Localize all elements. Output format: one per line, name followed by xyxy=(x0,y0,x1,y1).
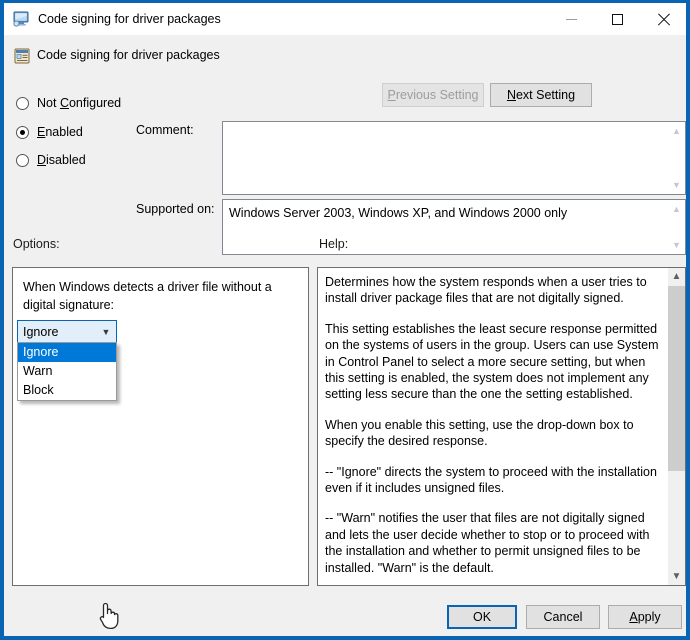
chevron-down-icon[interactable]: ▼ xyxy=(668,178,685,192)
help-paragraph: -- "Warn" notifies the user that files a… xyxy=(325,510,659,576)
help-paragraph: This setting establishes the least secur… xyxy=(325,321,659,403)
help-panel: Determines how the system responds when … xyxy=(317,267,686,586)
radio-enabled[interactable]: Enabled xyxy=(16,124,83,140)
previous-setting-label: Previous Setting xyxy=(387,88,478,102)
help-paragraph: -- "Ignore" directs the system to procee… xyxy=(325,464,659,497)
comment-scrollbar[interactable]: ▲ ▼ xyxy=(668,122,685,194)
setting-title: Code signing for driver packages xyxy=(37,48,220,62)
radio-label-enabled: Enabled xyxy=(37,125,83,139)
help-text-content: Determines how the system responds when … xyxy=(318,268,667,585)
option-prompt-label: When Windows detects a driver file witho… xyxy=(23,278,295,314)
combobox-selected-value: Ignore xyxy=(18,325,96,339)
supported-on-scrollbar[interactable]: ▲ ▼ xyxy=(668,200,685,254)
radio-mark-disabled xyxy=(16,154,29,167)
scrollbar-thumb[interactable] xyxy=(668,286,685,471)
signature-policy-dropdown-list[interactable]: Ignore Warn Block xyxy=(17,342,117,401)
caption-buttons xyxy=(548,3,686,35)
chevron-up-icon[interactable]: ▲ xyxy=(668,202,685,216)
comment-field[interactable]: ▲ ▼ xyxy=(222,121,686,195)
options-panel: When Windows detects a driver file witho… xyxy=(12,267,309,586)
cancel-button[interactable]: Cancel xyxy=(526,605,600,629)
dialog-body: Code signing for driver packages Previou… xyxy=(4,35,686,636)
dropdown-option-block[interactable]: Block xyxy=(18,381,116,400)
supported-on-label: Supported on: xyxy=(136,202,215,216)
supported-on-field: Windows Server 2003, Windows XP, and Win… xyxy=(222,199,686,255)
apply-label: Apply xyxy=(629,610,660,624)
help-paragraph: When you enable this setting, use the dr… xyxy=(325,417,659,450)
minimize-button[interactable] xyxy=(548,3,594,35)
chevron-down-icon[interactable]: ▼ xyxy=(668,238,685,252)
radio-mark-enabled xyxy=(16,126,29,139)
monitor-icon xyxy=(12,10,30,28)
supported-on-value: Windows Server 2003, Windows XP, and Win… xyxy=(223,200,668,254)
comment-label: Comment: xyxy=(136,123,194,137)
next-setting-button[interactable]: Next Setting xyxy=(490,83,592,107)
chevron-down-icon[interactable]: ▼ xyxy=(668,568,685,585)
options-section-label: Options: xyxy=(13,237,60,251)
close-icon xyxy=(657,13,670,26)
chevron-up-icon[interactable]: ▲ xyxy=(668,124,685,138)
chevron-down-icon[interactable]: ▼ xyxy=(96,327,116,337)
title-bar[interactable]: Code signing for driver packages xyxy=(4,3,686,35)
signature-policy-combobox[interactable]: Ignore ▼ xyxy=(17,320,117,343)
window-title: Code signing for driver packages xyxy=(38,12,221,26)
next-setting-label: Next Setting xyxy=(507,88,575,102)
dialog-window: Code signing for driver packages xyxy=(0,0,690,640)
radio-disabled[interactable]: Disabled xyxy=(16,152,86,168)
ok-button[interactable]: OK xyxy=(447,605,517,629)
radio-label-disabled: Disabled xyxy=(37,153,86,167)
apply-button[interactable]: Apply xyxy=(608,605,682,629)
comment-value[interactable] xyxy=(223,122,668,194)
maximize-icon xyxy=(612,14,623,25)
dropdown-option-ignore[interactable]: Ignore xyxy=(18,343,116,362)
minimize-icon xyxy=(566,19,577,20)
previous-setting-button[interactable]: Previous Setting xyxy=(382,83,484,107)
policy-setting-icon xyxy=(13,47,31,65)
help-section-label: Help: xyxy=(319,237,348,251)
radio-not-configured[interactable]: Not Configured xyxy=(16,95,121,111)
dropdown-option-warn[interactable]: Warn xyxy=(18,362,116,381)
mouse-cursor-hand-icon xyxy=(95,600,121,630)
maximize-button[interactable] xyxy=(594,3,640,35)
chevron-up-icon[interactable]: ▲ xyxy=(668,268,685,285)
close-button[interactable] xyxy=(640,3,686,35)
help-scrollbar[interactable]: ▲ ▼ xyxy=(667,268,685,585)
radio-mark-not-configured xyxy=(16,97,29,110)
help-paragraph: Determines how the system responds when … xyxy=(325,274,659,307)
radio-label-not-configured: Not Configured xyxy=(37,96,121,110)
